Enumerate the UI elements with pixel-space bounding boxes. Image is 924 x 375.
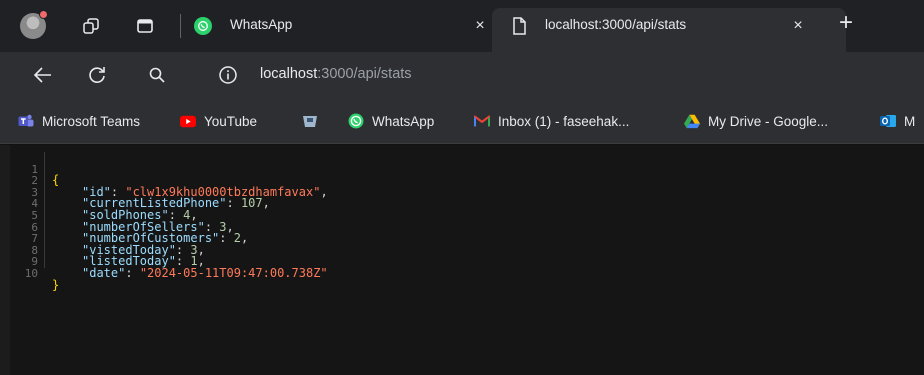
outlook-icon (880, 113, 896, 129)
tab-title: localhost:3000/api/stats (545, 17, 687, 32)
page-icon (508, 15, 530, 37)
code-line: 5 "numberOfSellers": 3, (10, 198, 233, 233)
code-line: 2 "id": "clw1x9khu0000tbzdhamfavax", (10, 164, 327, 198)
code-line: 6 "numberOfCustomers": 2, (10, 210, 248, 244)
json-separator: , (320, 184, 328, 199)
site-info-icon[interactable] (218, 65, 238, 85)
youtube-icon (180, 113, 196, 129)
bookmark-gmail-inbox[interactable]: Inbox (1) - faseehak... (474, 110, 629, 132)
search-icon[interactable] (144, 62, 170, 88)
bookmark-label: Microsoft Teams (42, 113, 141, 129)
bookmark-whatsapp[interactable]: WhatsApp (348, 110, 434, 132)
google-drive-icon (684, 113, 700, 129)
tab-title: WhatsApp (230, 17, 293, 32)
close-brace: } (52, 277, 60, 292)
profile-notification-dot (39, 10, 48, 19)
bookmark-app[interactable] (302, 110, 326, 132)
close-tab-icon[interactable]: × (788, 16, 808, 36)
gmail-icon (474, 113, 490, 129)
url-text[interactable]: localhost:3000/api/stats (260, 66, 412, 82)
new-tab-button[interactable]: + (836, 9, 856, 36)
bookmark-google-drive[interactable]: My Drive - Google... (684, 110, 828, 132)
json-value: "2024-05-11T09:47:00.738Z" (139, 265, 328, 280)
code-line: 4 "soldPhones": 4, (10, 187, 197, 221)
code-line: 1 { (10, 152, 59, 185)
bookmark-label: YouTube (204, 113, 258, 129)
back-arrow-icon[interactable] (30, 62, 56, 88)
json-viewer: 1 { 2 "id": "clw1x9khu0000tbzdhamfavax",… (0, 145, 924, 375)
bookmark-app-icon (302, 113, 318, 129)
json-value: 2 (233, 231, 241, 246)
json-key: "date" (82, 265, 126, 280)
code-line: 9 "date": "2024-05-11T09:47:00.738Z" (10, 245, 327, 279)
whatsapp-icon (194, 17, 212, 35)
bookmarks-bar: Microsoft Teams YouTube WhatsApp Inbox (… (0, 98, 924, 144)
code-line: 7 "vistedToday": 3, (10, 222, 204, 256)
teams-icon (18, 113, 34, 129)
bookmark-microsoft-teams[interactable]: Microsoft Teams (18, 110, 140, 132)
whatsapp-icon (348, 113, 364, 129)
bookmark-label: Inbox (1) - faseehak... (498, 113, 630, 129)
close-tab-icon[interactable]: × (470, 16, 490, 36)
tab-separator (180, 14, 181, 38)
code-line: 3 "currentListedPhone": 107, (10, 175, 270, 210)
url-path: :3000/api/stats (317, 66, 412, 82)
line-number: 10 (24, 266, 38, 280)
bookmark-youtube[interactable]: YouTube (180, 110, 257, 132)
code-line: 10 } (10, 256, 59, 290)
viewer-left-edge (0, 145, 10, 375)
json-value: 107 (240, 196, 263, 211)
bookmark-label: My Drive - Google... (708, 113, 829, 129)
code-line: 8 "listedToday": 1, (10, 233, 204, 268)
navigation-toolbar: localhost:3000/api/stats (0, 52, 924, 98)
workspaces-icon[interactable] (80, 15, 102, 37)
url-host: localhost (260, 66, 318, 82)
bookmark-outlook[interactable]: M (880, 110, 915, 132)
json-separator: , (240, 231, 249, 246)
json-separator: , (262, 196, 270, 211)
bookmark-label: WhatsApp (372, 113, 435, 129)
code-block: 1 { 2 "id": "clw1x9khu0000tbzdhamfavax",… (10, 152, 328, 290)
bookmark-label: M (904, 113, 916, 129)
tab-strip: WhatsApp × localhost:3000/api/stats × + (0, 0, 924, 52)
refresh-icon[interactable] (84, 62, 110, 88)
tab-actions-icon[interactable] (134, 15, 156, 37)
